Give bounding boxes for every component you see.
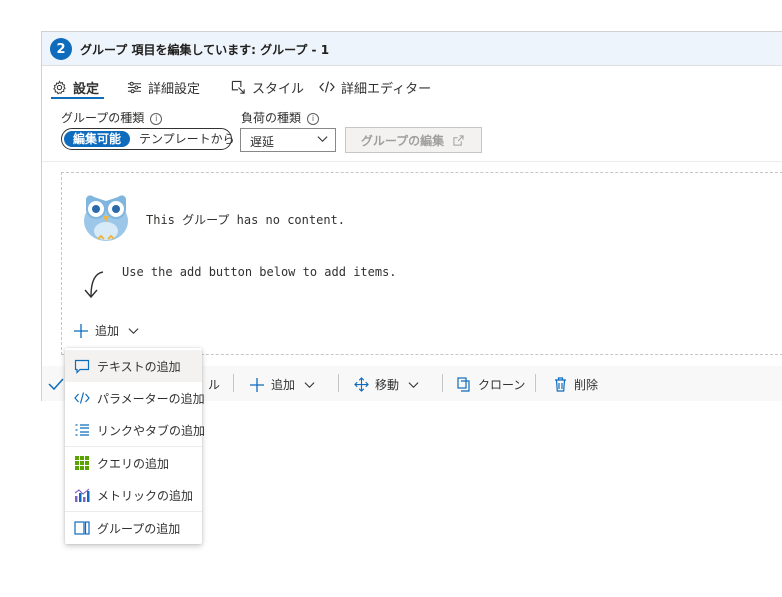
tab-label: 設定 (73, 81, 100, 97)
move-icon (353, 377, 369, 393)
plus-icon (73, 323, 89, 339)
gear-icon (51, 79, 67, 95)
add-item-menu: テキストの追加 パラメーターの追加 リンクやタブの追加 クエリの追加 メトリック… (65, 348, 205, 544)
toolbar-separator (338, 374, 339, 392)
group-content-area (61, 172, 782, 355)
group-type-toggle[interactable]: 編集可能 テンプレートから (61, 128, 235, 150)
toolbar-add-button[interactable]: 追加 (249, 376, 317, 393)
edit-group-panel: 2 グループ 項目を編集しています: グループ - 1 設定 詳細設定 スタイル… (41, 31, 782, 401)
chevron-down-icon (301, 377, 317, 393)
load-type-dropdown[interactable]: 遅延 (240, 128, 336, 152)
step-badge: 2 (50, 38, 72, 60)
load-type-label: 負荷の種類 i (241, 109, 320, 126)
toolbar-separator (442, 374, 443, 392)
option-from-template[interactable]: テンプレートから (139, 131, 235, 147)
toolbar-move-button[interactable]: 移動 (353, 376, 421, 393)
trash-icon (552, 377, 568, 393)
tab-label: 詳細設定 (148, 81, 201, 97)
add-items-hint: Use the add button below to add items. (122, 265, 397, 279)
checkmark-icon (48, 376, 64, 392)
toolbar-separator (233, 374, 234, 392)
style-icon (230, 79, 246, 95)
external-link-icon (450, 132, 466, 148)
option-editable[interactable]: 編集可能 (64, 131, 130, 147)
group-type-label: グループの種類 i (61, 109, 163, 126)
menu-item-add-text[interactable]: テキストの追加 (65, 350, 202, 382)
done-editing-button[interactable] (48, 376, 64, 392)
panel-title: グループ 項目を編集しています: グループ - 1 (80, 43, 330, 57)
code-icon (319, 79, 335, 95)
curved-arrow-icon (79, 270, 107, 303)
panel-header: 2 グループ 項目を編集しています: グループ - 1 (42, 32, 782, 66)
menu-item-add-metric[interactable]: メトリックの追加 (65, 479, 202, 511)
grid-icon (74, 455, 90, 471)
plus-icon (249, 377, 265, 393)
tab-label: スタイル (252, 81, 305, 97)
cancel-button-fragment[interactable]: ル (208, 376, 220, 393)
list-icon (74, 422, 90, 438)
info-icon[interactable]: i (150, 113, 163, 125)
tab-advanced-settings[interactable]: 詳細設定 (126, 76, 200, 98)
toolbar-clone-button[interactable]: クローン (456, 376, 525, 393)
chevron-down-icon (125, 323, 141, 339)
divider (42, 161, 782, 162)
group-icon (74, 520, 90, 536)
copy-icon (456, 377, 472, 393)
menu-item-add-parameter[interactable]: パラメーターの追加 (65, 382, 205, 414)
owl-mascot-icon (80, 189, 132, 243)
chevron-down-icon (405, 377, 421, 393)
empty-message: This グループ has no content. (146, 213, 345, 227)
sliders-icon (126, 79, 142, 95)
add-item-button[interactable]: 追加 (73, 322, 141, 339)
code-icon (74, 390, 90, 406)
active-tab-indicator (51, 97, 104, 99)
tab-label: 詳細エディター (341, 81, 432, 97)
menu-item-add-query[interactable]: クエリの追加 (65, 447, 202, 479)
tab-style[interactable]: スタイル (230, 76, 304, 98)
edit-group-button[interactable]: グループの編集 (345, 127, 482, 153)
comment-icon (74, 358, 90, 374)
tab-settings[interactable]: 設定 (51, 76, 99, 98)
menu-item-add-links-tabs[interactable]: リンクやタブの追加 (65, 414, 205, 446)
toolbar-delete-button[interactable]: 削除 (552, 376, 598, 393)
menu-item-add-group[interactable]: グループの追加 (65, 512, 202, 544)
load-type-value: 遅延 (250, 135, 275, 149)
chevron-down-icon (317, 133, 328, 147)
toolbar-separator (535, 374, 536, 392)
tab-advanced-editor[interactable]: 詳細エディター (319, 76, 431, 98)
info-icon[interactable]: i (307, 113, 320, 125)
metric-chart-icon (74, 487, 90, 503)
